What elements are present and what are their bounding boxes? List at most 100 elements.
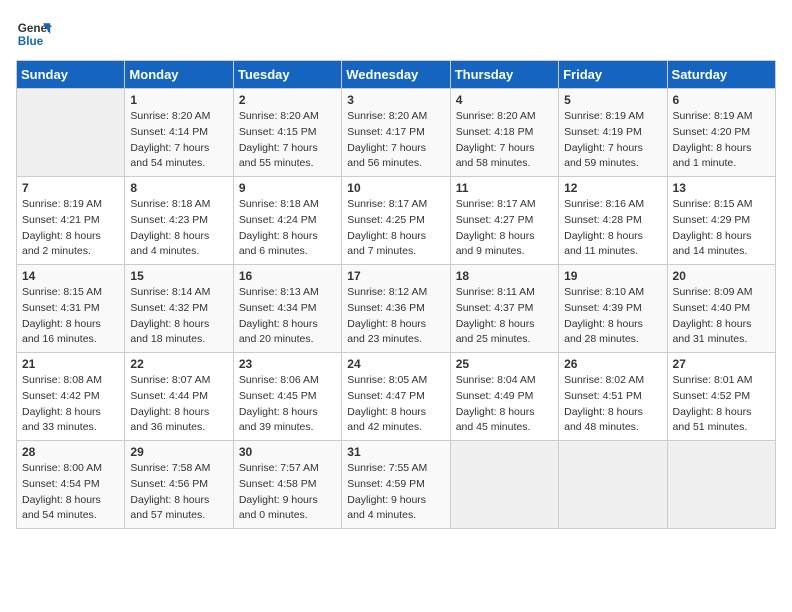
- calendar-cell: 26 Sunrise: 8:02 AM Sunset: 4:51 PM Dayl…: [559, 353, 667, 441]
- day-number: 30: [239, 445, 336, 459]
- day-info: Sunrise: 7:55 AM Sunset: 4:59 PM Dayligh…: [347, 461, 444, 524]
- daylight-text: Daylight: 7 hours and 54 minutes.: [130, 142, 209, 170]
- day-number: 27: [673, 357, 770, 371]
- daylight-text: Daylight: 8 hours and 14 minutes.: [673, 230, 752, 258]
- sunset-text: Sunset: 4:45 PM: [239, 390, 317, 402]
- calendar-cell: 12 Sunrise: 8:16 AM Sunset: 4:28 PM Dayl…: [559, 177, 667, 265]
- calendar-cell: 10 Sunrise: 8:17 AM Sunset: 4:25 PM Dayl…: [342, 177, 450, 265]
- day-info: Sunrise: 8:13 AM Sunset: 4:34 PM Dayligh…: [239, 285, 336, 348]
- sunrise-text: Sunrise: 8:08 AM: [22, 374, 102, 386]
- day-info: Sunrise: 7:58 AM Sunset: 4:56 PM Dayligh…: [130, 461, 227, 524]
- calendar-cell: [667, 441, 775, 529]
- day-info: Sunrise: 8:20 AM Sunset: 4:17 PM Dayligh…: [347, 109, 444, 172]
- sunrise-text: Sunrise: 8:02 AM: [564, 374, 644, 386]
- day-info: Sunrise: 8:11 AM Sunset: 4:37 PM Dayligh…: [456, 285, 553, 348]
- day-header-friday: Friday: [559, 61, 667, 89]
- calendar-cell: 17 Sunrise: 8:12 AM Sunset: 4:36 PM Dayl…: [342, 265, 450, 353]
- day-info: Sunrise: 8:16 AM Sunset: 4:28 PM Dayligh…: [564, 197, 661, 260]
- day-info: Sunrise: 8:04 AM Sunset: 4:49 PM Dayligh…: [456, 373, 553, 436]
- day-info: Sunrise: 8:06 AM Sunset: 4:45 PM Dayligh…: [239, 373, 336, 436]
- daylight-text: Daylight: 8 hours and 11 minutes.: [564, 230, 643, 258]
- daylight-text: Daylight: 7 hours and 56 minutes.: [347, 142, 426, 170]
- sunset-text: Sunset: 4:49 PM: [456, 390, 534, 402]
- day-info: Sunrise: 8:02 AM Sunset: 4:51 PM Dayligh…: [564, 373, 661, 436]
- day-number: 8: [130, 181, 227, 195]
- sunrise-text: Sunrise: 8:20 AM: [456, 110, 536, 122]
- sunset-text: Sunset: 4:34 PM: [239, 302, 317, 314]
- day-header-wednesday: Wednesday: [342, 61, 450, 89]
- sunrise-text: Sunrise: 8:17 AM: [347, 198, 427, 210]
- calendar-table: SundayMondayTuesdayWednesdayThursdayFrid…: [16, 60, 776, 529]
- day-info: Sunrise: 8:19 AM Sunset: 4:19 PM Dayligh…: [564, 109, 661, 172]
- daylight-text: Daylight: 8 hours and 31 minutes.: [673, 318, 752, 346]
- day-info: Sunrise: 8:01 AM Sunset: 4:52 PM Dayligh…: [673, 373, 770, 436]
- day-number: 29: [130, 445, 227, 459]
- sunset-text: Sunset: 4:24 PM: [239, 214, 317, 226]
- header-row: SundayMondayTuesdayWednesdayThursdayFrid…: [17, 61, 776, 89]
- calendar-cell: 4 Sunrise: 8:20 AM Sunset: 4:18 PM Dayli…: [450, 89, 558, 177]
- day-info: Sunrise: 8:07 AM Sunset: 4:44 PM Dayligh…: [130, 373, 227, 436]
- sunset-text: Sunset: 4:59 PM: [347, 478, 425, 490]
- sunset-text: Sunset: 4:36 PM: [347, 302, 425, 314]
- day-header-thursday: Thursday: [450, 61, 558, 89]
- sunset-text: Sunset: 4:51 PM: [564, 390, 642, 402]
- daylight-text: Daylight: 8 hours and 2 minutes.: [22, 230, 101, 258]
- day-number: 1: [130, 93, 227, 107]
- sunrise-text: Sunrise: 8:20 AM: [347, 110, 427, 122]
- day-info: Sunrise: 8:12 AM Sunset: 4:36 PM Dayligh…: [347, 285, 444, 348]
- daylight-text: Daylight: 8 hours and 1 minute.: [673, 142, 752, 170]
- sunset-text: Sunset: 4:54 PM: [22, 478, 100, 490]
- calendar-cell: 30 Sunrise: 7:57 AM Sunset: 4:58 PM Dayl…: [233, 441, 341, 529]
- day-number: 20: [673, 269, 770, 283]
- page-header: General Blue: [16, 16, 776, 52]
- day-number: 13: [673, 181, 770, 195]
- day-number: 25: [456, 357, 553, 371]
- daylight-text: Daylight: 8 hours and 16 minutes.: [22, 318, 101, 346]
- daylight-text: Daylight: 8 hours and 54 minutes.: [22, 494, 101, 522]
- sunset-text: Sunset: 4:19 PM: [564, 126, 642, 138]
- day-info: Sunrise: 8:19 AM Sunset: 4:20 PM Dayligh…: [673, 109, 770, 172]
- week-row-1: 1 Sunrise: 8:20 AM Sunset: 4:14 PM Dayli…: [17, 89, 776, 177]
- daylight-text: Daylight: 9 hours and 0 minutes.: [239, 494, 318, 522]
- day-info: Sunrise: 8:18 AM Sunset: 4:23 PM Dayligh…: [130, 197, 227, 260]
- calendar-cell: 21 Sunrise: 8:08 AM Sunset: 4:42 PM Dayl…: [17, 353, 125, 441]
- calendar-cell: 5 Sunrise: 8:19 AM Sunset: 4:19 PM Dayli…: [559, 89, 667, 177]
- calendar-cell: [450, 441, 558, 529]
- sunset-text: Sunset: 4:25 PM: [347, 214, 425, 226]
- sunset-text: Sunset: 4:27 PM: [456, 214, 534, 226]
- calendar-cell: 7 Sunrise: 8:19 AM Sunset: 4:21 PM Dayli…: [17, 177, 125, 265]
- day-info: Sunrise: 8:09 AM Sunset: 4:40 PM Dayligh…: [673, 285, 770, 348]
- sunset-text: Sunset: 4:17 PM: [347, 126, 425, 138]
- calendar-cell: 11 Sunrise: 8:17 AM Sunset: 4:27 PM Dayl…: [450, 177, 558, 265]
- day-number: 21: [22, 357, 119, 371]
- day-info: Sunrise: 8:05 AM Sunset: 4:47 PM Dayligh…: [347, 373, 444, 436]
- day-number: 7: [22, 181, 119, 195]
- day-number: 24: [347, 357, 444, 371]
- day-info: Sunrise: 8:20 AM Sunset: 4:15 PM Dayligh…: [239, 109, 336, 172]
- day-number: 17: [347, 269, 444, 283]
- sunset-text: Sunset: 4:52 PM: [673, 390, 751, 402]
- sunrise-text: Sunrise: 8:09 AM: [673, 286, 753, 298]
- daylight-text: Daylight: 8 hours and 39 minutes.: [239, 406, 318, 434]
- daylight-text: Daylight: 8 hours and 20 minutes.: [239, 318, 318, 346]
- calendar-cell: 9 Sunrise: 8:18 AM Sunset: 4:24 PM Dayli…: [233, 177, 341, 265]
- sunrise-text: Sunrise: 8:17 AM: [456, 198, 536, 210]
- day-header-saturday: Saturday: [667, 61, 775, 89]
- day-number: 5: [564, 93, 661, 107]
- day-number: 2: [239, 93, 336, 107]
- sunset-text: Sunset: 4:47 PM: [347, 390, 425, 402]
- sunset-text: Sunset: 4:28 PM: [564, 214, 642, 226]
- daylight-text: Daylight: 8 hours and 51 minutes.: [673, 406, 752, 434]
- daylight-text: Daylight: 8 hours and 36 minutes.: [130, 406, 209, 434]
- daylight-text: Daylight: 8 hours and 42 minutes.: [347, 406, 426, 434]
- sunset-text: Sunset: 4:23 PM: [130, 214, 208, 226]
- sunrise-text: Sunrise: 8:04 AM: [456, 374, 536, 386]
- logo-icon: General Blue: [16, 16, 52, 52]
- calendar-cell: [559, 441, 667, 529]
- sunset-text: Sunset: 4:29 PM: [673, 214, 751, 226]
- sunrise-text: Sunrise: 8:06 AM: [239, 374, 319, 386]
- sunrise-text: Sunrise: 8:00 AM: [22, 462, 102, 474]
- sunset-text: Sunset: 4:39 PM: [564, 302, 642, 314]
- daylight-text: Daylight: 8 hours and 18 minutes.: [130, 318, 209, 346]
- day-info: Sunrise: 8:20 AM Sunset: 4:18 PM Dayligh…: [456, 109, 553, 172]
